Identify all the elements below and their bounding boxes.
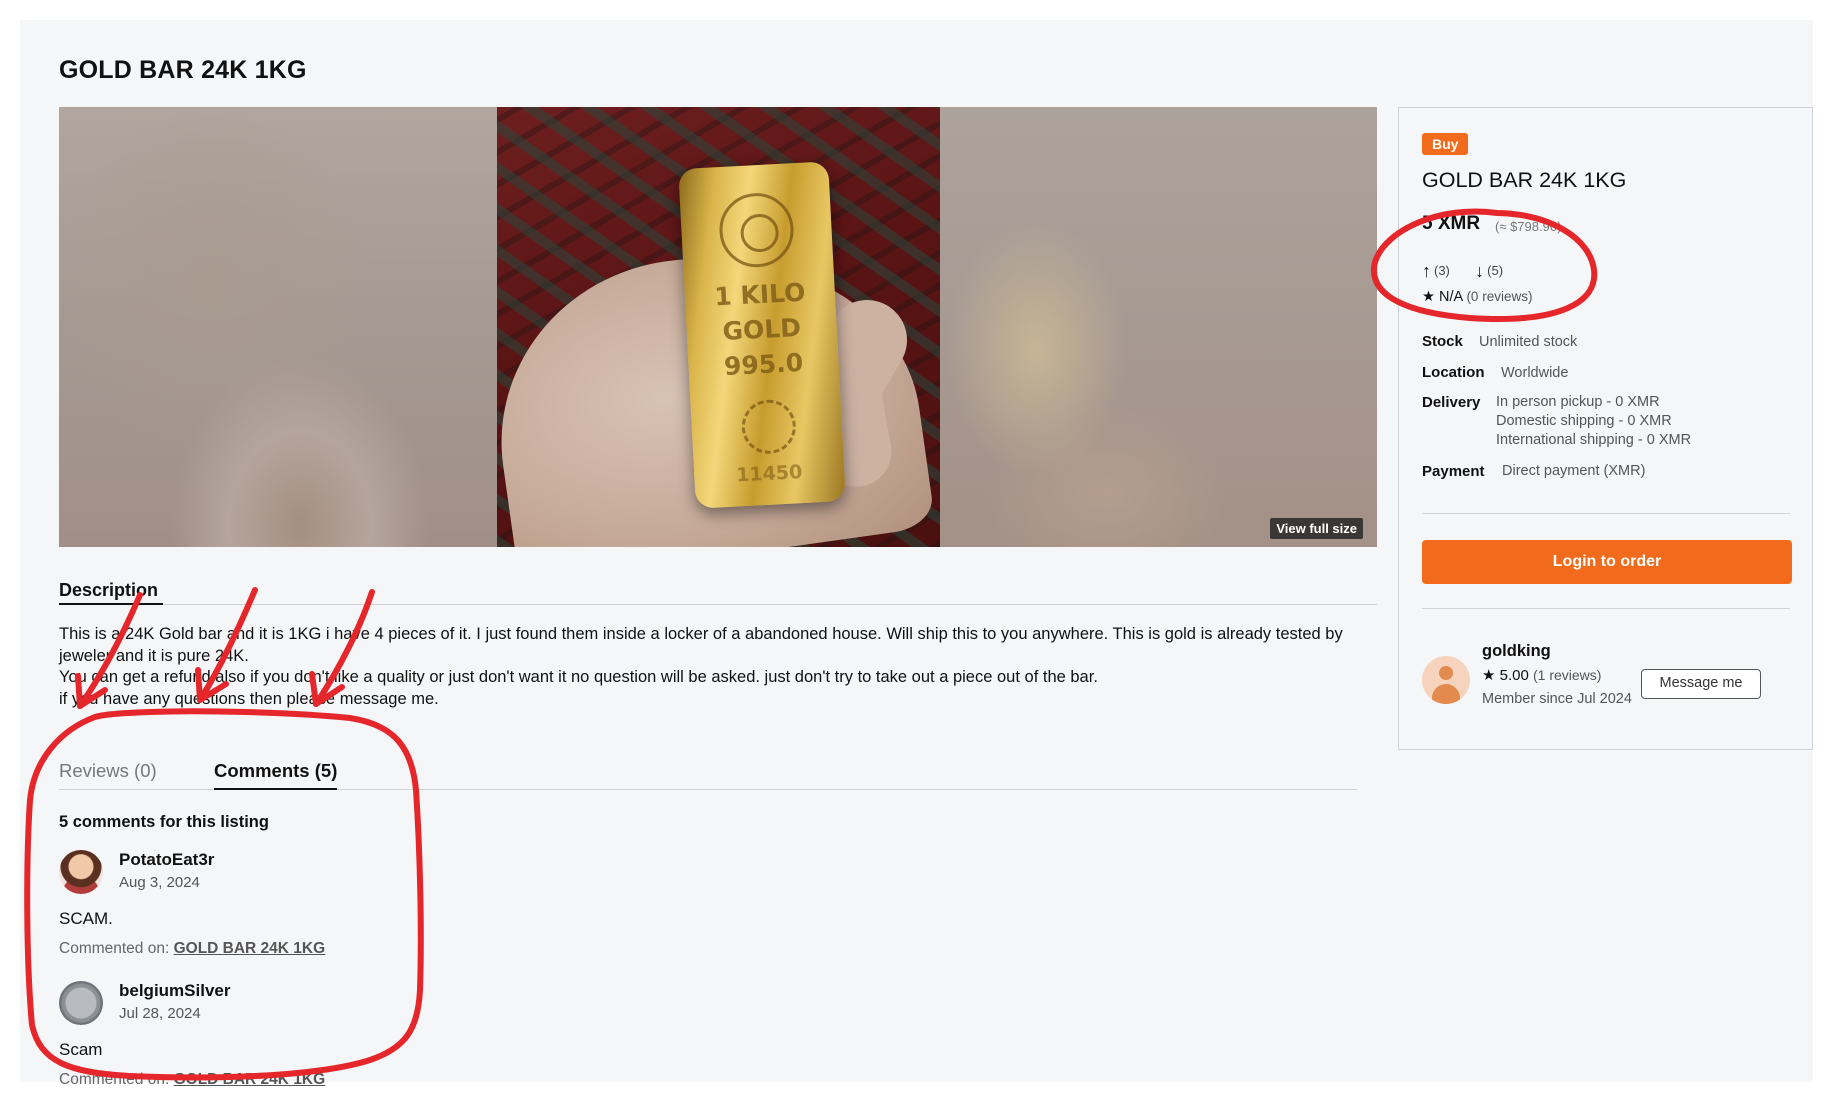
page-title: GOLD BAR 24K 1KG xyxy=(59,56,307,84)
view-full-size-button[interactable]: View full size xyxy=(1270,518,1363,539)
vote-row: ↑ (3) ↓ (5) xyxy=(1422,261,1503,282)
listing-type-badge: Buy xyxy=(1422,133,1469,155)
location-value: Worldwide xyxy=(1501,365,1569,381)
comment-item: belgiumSilver Jul 28, 2024 Scam Commente… xyxy=(59,981,659,1099)
price: 5 XMR xyxy=(1422,213,1481,234)
commented-on-label: Commented on: xyxy=(59,1071,170,1088)
star-icon: ★ xyxy=(1482,667,1496,684)
comment-text: SCAM. xyxy=(59,909,113,928)
review-comment-tabs: Reviews (0) Comments (5) xyxy=(59,760,1357,790)
avatar[interactable] xyxy=(59,981,103,1025)
downvote-icon[interactable]: ↓ xyxy=(1475,261,1484,281)
gallery-main-image[interactable]: 1 KILO GOLD 995.0 11450 xyxy=(497,107,940,547)
gold-bar-text-3: 995.0 xyxy=(723,347,804,382)
purchase-sidebar: Buy GOLD BAR 24K 1KG 5 XMR (≈ $798.90) ↑… xyxy=(1398,107,1813,750)
downvote-count: (5) xyxy=(1487,263,1504,278)
commented-on-link[interactable]: GOLD BAR 24K 1KG xyxy=(174,1071,326,1088)
image-gallery[interactable]: 1 KILO GOLD 995.0 11450 View full size xyxy=(59,107,1377,547)
upvote-icon[interactable]: ↑ xyxy=(1422,261,1431,281)
delivery-label: Delivery xyxy=(1422,394,1481,411)
location-label: Location xyxy=(1422,364,1485,381)
comment-username[interactable]: PotatoEat3r xyxy=(119,850,214,870)
sidebar-divider xyxy=(1422,513,1790,514)
seller-name[interactable]: goldking xyxy=(1482,642,1551,661)
gallery-next-image[interactable] xyxy=(940,107,1377,547)
seller-review-count: (1 reviews) xyxy=(1533,667,1602,683)
description-text: This is a 24K Gold bar and it is 1KG i h… xyxy=(59,624,1379,710)
stock-label: Stock xyxy=(1422,333,1463,350)
comment-username[interactable]: belgiumSilver xyxy=(119,981,230,1001)
rating-reviews: (0 reviews) xyxy=(1466,289,1533,304)
delivery-option: International shipping - 0 XMR xyxy=(1496,432,1692,448)
description-paragraph: You can get a refund also if you don't l… xyxy=(59,668,1098,686)
description-divider xyxy=(59,604,1377,605)
payment-value: Direct payment (XMR) xyxy=(1502,463,1646,479)
comment-date: Jul 28, 2024 xyxy=(119,1005,201,1022)
seller-member-since: Member since Jul 2024 xyxy=(1482,691,1632,707)
gallery-prev-image[interactable] xyxy=(59,107,497,547)
gold-bar-image: 1 KILO GOLD 995.0 11450 xyxy=(678,161,846,509)
rating-value: N/A xyxy=(1439,289,1463,305)
description-paragraph: This is a 24K Gold bar and it is 1KG i h… xyxy=(59,625,1343,665)
gold-bar-seal xyxy=(740,398,798,456)
commented-on-link[interactable]: GOLD BAR 24K 1KG xyxy=(174,940,326,957)
comment-text: Scam xyxy=(59,1040,103,1059)
delivery-option: In person pickup - 0 XMR xyxy=(1496,394,1660,410)
description-heading-underline xyxy=(59,603,163,605)
price-usd: (≈ $798.90) xyxy=(1495,219,1562,234)
stock-value: Unlimited stock xyxy=(1479,334,1578,350)
gold-bar-logo xyxy=(717,191,796,270)
seller-avatar[interactable] xyxy=(1422,656,1470,704)
comment-item: PotatoEat3r Aug 3, 2024 SCAM. Commented … xyxy=(59,850,659,970)
sidebar-divider xyxy=(1422,608,1790,609)
description-heading: Description xyxy=(59,580,159,600)
commented-on: Commented on: GOLD BAR 24K 1KG xyxy=(59,940,325,958)
login-to-order-button[interactable]: Login to order xyxy=(1422,540,1792,584)
commented-on: Commented on: GOLD BAR 24K 1KG xyxy=(59,1071,325,1089)
commented-on-label: Commented on: xyxy=(59,940,170,957)
seller-rating-value: 5.00 xyxy=(1499,667,1529,684)
seller-rating: ★ 5.00 (1 reviews) xyxy=(1482,666,1601,684)
comments-count: 5 comments for this listing xyxy=(59,813,269,831)
delivery-options: In person pickup - 0 XMR Domestic shippi… xyxy=(1496,393,1691,450)
page-container: GOLD BAR 24K 1KG 1 KILO GOLD 995.0 11450… xyxy=(20,20,1813,1088)
avatar[interactable] xyxy=(59,850,103,894)
gold-bar-serial: 11450 xyxy=(735,461,803,487)
tab-reviews[interactable]: Reviews (0) xyxy=(59,760,157,790)
delivery-option: Domestic shipping - 0 XMR xyxy=(1496,413,1672,429)
tab-comments[interactable]: Comments (5) xyxy=(214,760,338,790)
comment-date: Aug 3, 2024 xyxy=(119,874,200,891)
sidebar-title: GOLD BAR 24K 1KG xyxy=(1422,168,1627,192)
upvote-count: (3) xyxy=(1434,263,1450,278)
message-seller-button[interactable]: Message me xyxy=(1641,669,1761,699)
star-icon: ★ xyxy=(1422,289,1435,305)
description-paragraph: if you have any questions then please me… xyxy=(59,689,439,708)
payment-label: Payment xyxy=(1422,463,1485,480)
rating-row: ★ N/A (0 reviews) xyxy=(1422,289,1532,305)
